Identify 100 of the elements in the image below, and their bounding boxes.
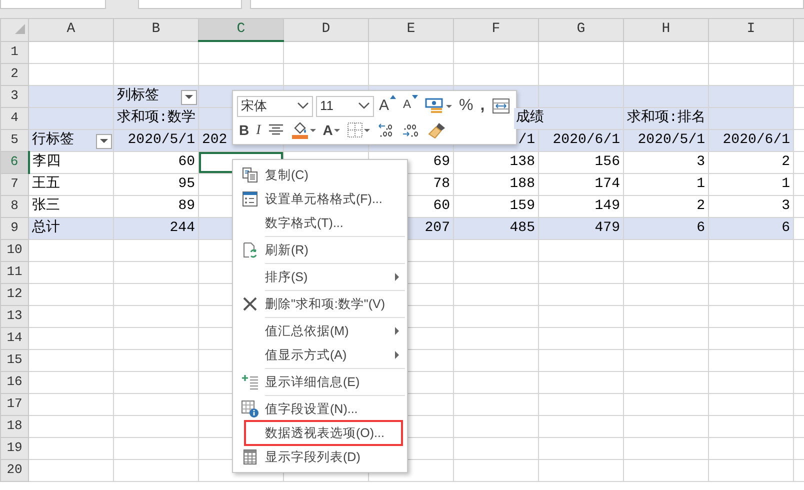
italic-button[interactable]: I xyxy=(254,119,263,141)
menu-item[interactable]: 删除"求和项:数学"(V) xyxy=(235,292,405,316)
cell-text: 1 xyxy=(696,176,705,192)
row-header[interactable]: 15 xyxy=(6,352,22,366)
filter-dropdown-button[interactable] xyxy=(181,90,197,104)
column-header[interactable]: B xyxy=(114,18,198,41)
row-header[interactable]: 14 xyxy=(6,330,22,344)
menu-item[interactable]: 复制(C) xyxy=(235,163,405,187)
row-header[interactable]: 16 xyxy=(6,374,22,388)
column-header[interactable]: E xyxy=(368,18,454,41)
cell-text: 159 xyxy=(510,198,535,214)
paint-bucket-icon xyxy=(290,121,309,139)
cell-text: 王五 xyxy=(32,176,60,192)
caret-icon xyxy=(310,128,316,132)
column-header[interactable]: G xyxy=(538,18,624,41)
row-header[interactable]: 10 xyxy=(6,242,22,256)
plus-list-icon xyxy=(241,374,259,390)
cell-text: 2020/6/1 xyxy=(552,132,620,148)
column-header[interactable]: H xyxy=(624,18,708,41)
close-icon xyxy=(242,296,258,312)
cell-text: 2020/5/1 xyxy=(128,132,195,148)
cell-text: 列标签 xyxy=(117,88,159,104)
column-header[interactable]: F xyxy=(454,18,538,41)
row-header[interactable]: 6 xyxy=(10,154,18,168)
cell-text: 207 xyxy=(424,220,450,236)
cell-text: 156 xyxy=(594,154,620,170)
caret-icon xyxy=(364,128,370,132)
cell-text: 95 xyxy=(178,176,195,192)
cell-text: 479 xyxy=(594,220,620,236)
column-header[interactable]: D xyxy=(284,18,368,41)
comma-style-button[interactable]: , xyxy=(478,95,487,117)
chevron-down-icon xyxy=(358,102,370,110)
cell-text: 202 xyxy=(202,132,228,148)
cell-text: 李四 xyxy=(32,154,60,170)
font-size-select[interactable]: 11 xyxy=(316,96,374,116)
borders-icon xyxy=(346,122,363,138)
menu-item[interactable]: 值字段设置(N)... xyxy=(235,397,405,421)
cell-text: 成绩 xyxy=(514,108,546,128)
cell-text: 138 xyxy=(510,154,535,170)
cell-text: 485 xyxy=(510,220,535,236)
chevron-down-icon xyxy=(297,102,309,110)
money-icon xyxy=(425,98,446,114)
filter-dropdown-button[interactable] xyxy=(96,134,112,148)
row-header[interactable]: 11 xyxy=(6,264,22,278)
percent-button[interactable]: % xyxy=(457,95,476,117)
row-header[interactable]: 7 xyxy=(10,176,18,190)
cell-text: 3 xyxy=(696,154,705,170)
menu-item[interactable]: 值显示方式(A) xyxy=(235,343,405,367)
menu-item[interactable]: 排序(S) xyxy=(235,265,405,289)
row-header[interactable]: 13 xyxy=(6,308,22,322)
cell-text: 69 xyxy=(433,154,450,170)
menu-item[interactable]: 显示字段列表(D) xyxy=(235,445,405,469)
menu-item[interactable]: 显示详细信息(E) xyxy=(235,370,405,394)
row-header[interactable]: 9 xyxy=(10,220,18,234)
cell-text: 2 xyxy=(782,154,790,170)
row-header[interactable]: 2 xyxy=(10,66,18,80)
menu-item[interactable]: 数字格式(T)... xyxy=(235,211,405,235)
font-color-button[interactable]: A xyxy=(320,119,342,141)
corner-triangle-icon xyxy=(15,24,25,34)
row-header[interactable]: 19 xyxy=(6,440,22,454)
window-list-icon xyxy=(242,191,258,207)
menu-item[interactable]: 设置单元格格式(F)... xyxy=(235,187,405,211)
grow-font-button[interactable]: A xyxy=(377,95,398,117)
bold-button[interactable]: B xyxy=(237,119,252,141)
font-name-select[interactable]: 宋体 xyxy=(237,96,313,116)
cell-text: 1 xyxy=(782,176,790,192)
cell-text: 求和项:数学 xyxy=(117,110,196,126)
cell-text: 174 xyxy=(594,176,620,192)
paintbrush-icon xyxy=(426,121,447,139)
calculator-icon xyxy=(243,449,257,465)
cell-text: 60 xyxy=(433,198,450,214)
column-header[interactable]: C xyxy=(198,18,284,41)
cell-text: 行标签 xyxy=(32,132,74,148)
row-header[interactable]: 3 xyxy=(10,88,18,102)
row-header[interactable]: 8 xyxy=(10,198,18,212)
column-header[interactable]: I xyxy=(708,18,794,41)
row-header[interactable]: 4 xyxy=(10,110,18,124)
copy-icon xyxy=(242,167,258,183)
menu-item[interactable]: 刷新(R) xyxy=(235,238,405,262)
menu-item[interactable]: 值汇总依据(M) xyxy=(235,319,405,343)
cell-text: 总计 xyxy=(32,220,60,236)
row-header[interactable]: 20 xyxy=(6,462,22,476)
row-header[interactable]: 17 xyxy=(6,396,22,410)
row-header[interactable]: 18 xyxy=(6,418,22,432)
table-info-icon xyxy=(241,400,259,418)
align-center-icon xyxy=(268,123,284,137)
cell-text: 求和项:排名 xyxy=(627,110,706,126)
row-header[interactable]: 1 xyxy=(10,44,18,58)
cell-text: 3 xyxy=(782,198,790,214)
row-header[interactable]: 5 xyxy=(10,132,18,146)
row-header[interactable]: 12 xyxy=(6,286,22,300)
cell-text: 89 xyxy=(178,198,195,214)
column-header[interactable]: A xyxy=(28,18,114,41)
cell-text: 60 xyxy=(178,154,195,170)
menu-item[interactable]: 数据透视表选项(O)... xyxy=(246,422,401,444)
cell-text: /1 xyxy=(518,132,535,148)
cell-text: 6 xyxy=(782,220,790,236)
shrink-font-button[interactable]: A xyxy=(401,95,420,117)
cell-text: 2020/6/1 xyxy=(722,132,790,148)
cell-text: 2 xyxy=(696,198,705,214)
